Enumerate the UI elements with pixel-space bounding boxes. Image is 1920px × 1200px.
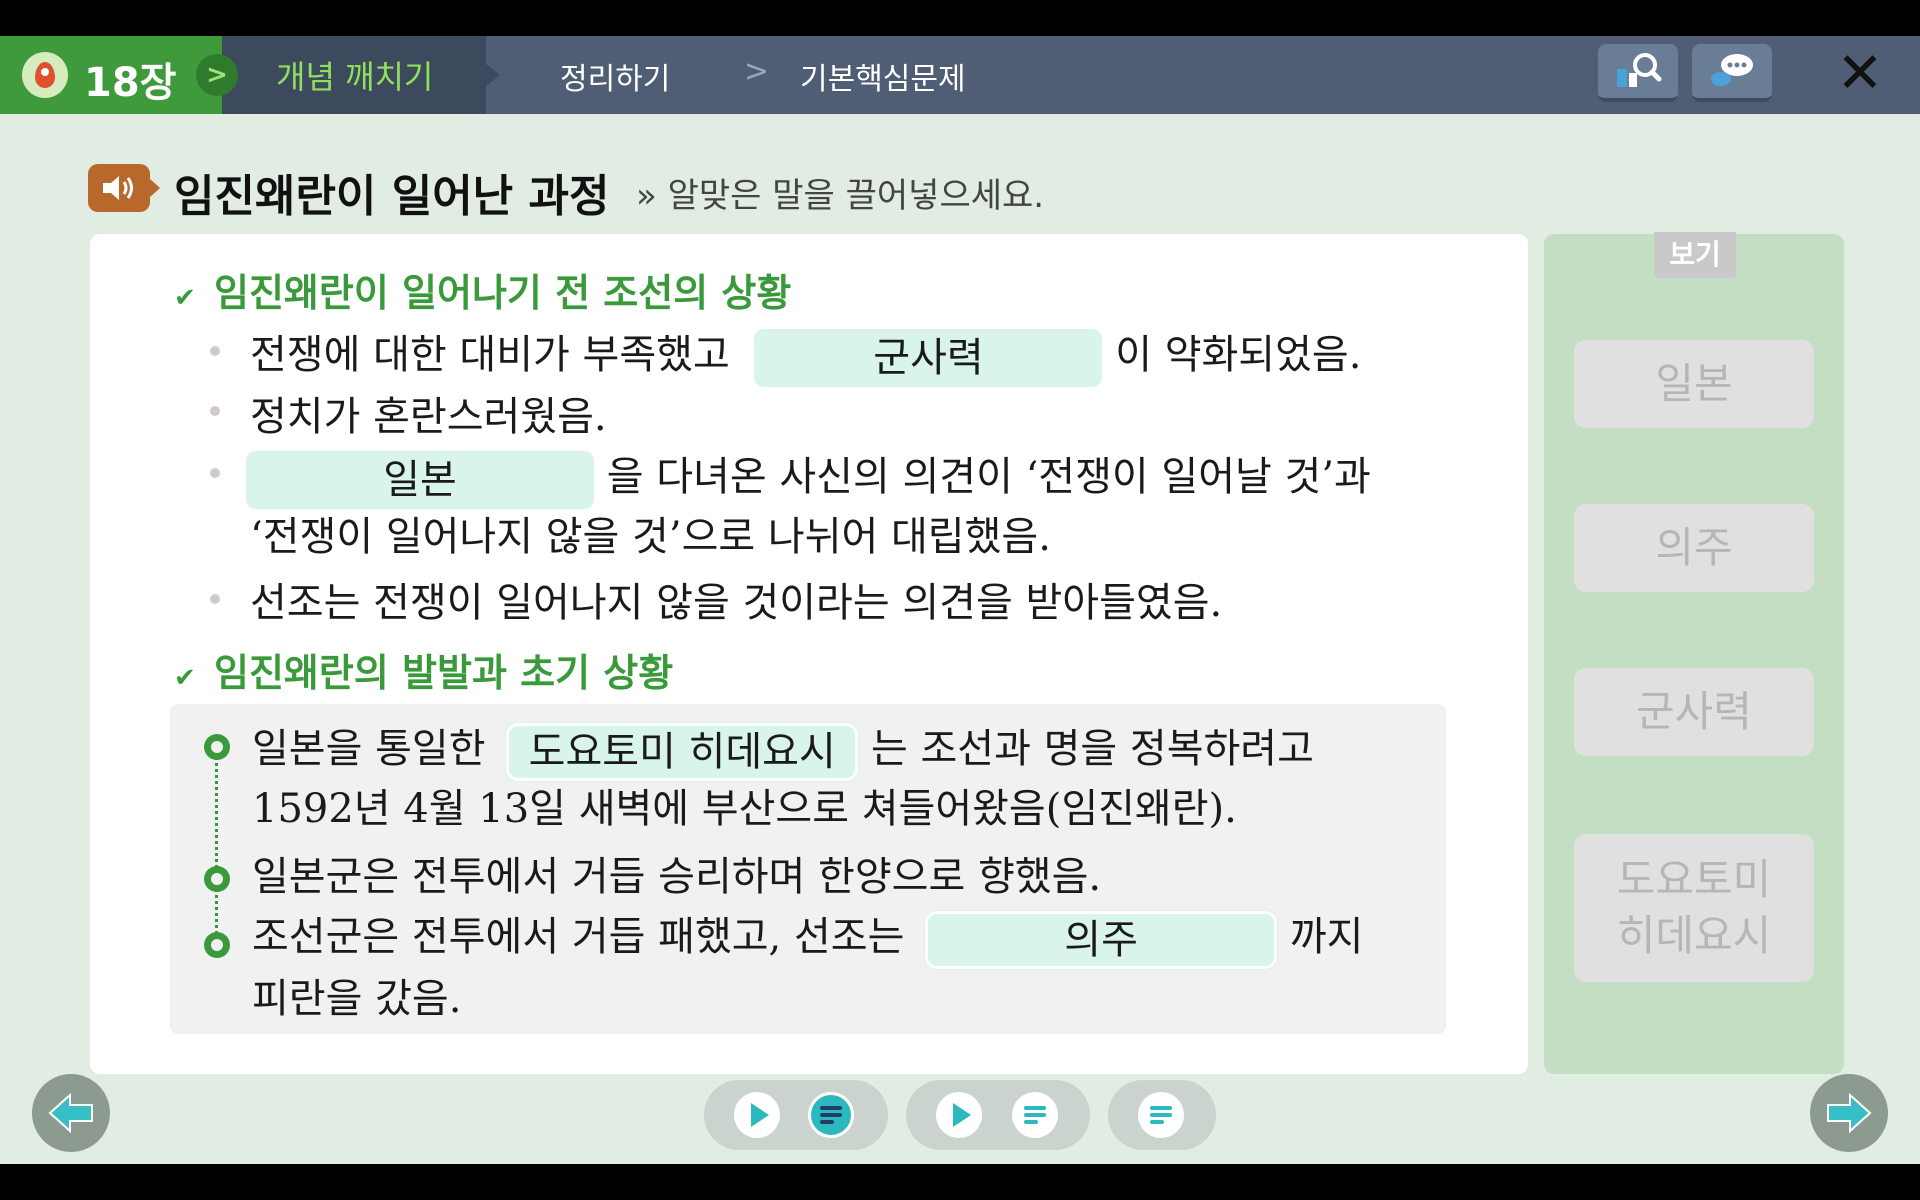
text-button[interactable] xyxy=(1138,1092,1184,1138)
section2-item3: 조선군은 전투에서 거듭 패했고, 선조는 의주 까지 xyxy=(252,904,1363,969)
item1-before: 일본을 통일한 xyxy=(252,726,486,772)
play-button[interactable] xyxy=(936,1092,982,1138)
drop-blank-2[interactable]: 일본 xyxy=(246,451,594,509)
page-title: 임진왜란이 일어난 과정 xyxy=(174,171,610,222)
text-lines-icon xyxy=(820,1106,842,1124)
answer-card-hideyoshi[interactable]: 도요토미 히데요시 xyxy=(1574,834,1814,982)
answer-card-japan[interactable]: 일본 xyxy=(1574,340,1814,428)
bullet xyxy=(210,406,220,416)
answer-bank-label: 보기 xyxy=(1654,232,1736,278)
tab-separator: > xyxy=(744,54,770,89)
main-content: 임진왜란이 일어난 과정 » 알맞은 말을 끌어넣으세요. ✔ 임진왜란이 일어나… xyxy=(0,114,1920,1164)
section2-item1-cont: 1592년 4월 13일 새벽에 부산으로 쳐들어왔음(임진왜란). xyxy=(252,786,1237,832)
next-page-button[interactable] xyxy=(1810,1074,1888,1152)
section2-item3-cont: 피란을 갔음. xyxy=(252,976,462,1022)
arrow-left-icon xyxy=(48,1092,93,1134)
chapter-label: 18장 xyxy=(84,60,177,106)
bullet xyxy=(210,346,220,356)
play-icon xyxy=(751,1103,769,1127)
text-lines-icon xyxy=(1150,1106,1172,1124)
chapter-badge: 18장 xyxy=(0,36,222,114)
tab-core-questions[interactable]: 기본핵심문제 xyxy=(800,54,966,98)
check-icon: ✔ xyxy=(174,283,196,313)
chevron-right-icon[interactable]: > xyxy=(196,54,238,96)
text-button[interactable] xyxy=(808,1092,854,1138)
item3-before: 조선군은 전투에서 거듭 패했고, 선조는 xyxy=(252,914,905,960)
search-icon xyxy=(1617,53,1662,87)
item3-after: 까지 xyxy=(1289,914,1364,960)
timeline-line xyxy=(215,750,218,946)
section1-line4: 선조는 전쟁이 일어나지 않을 것이라는 의견을 받아들였음. xyxy=(250,580,1223,626)
drop-blank-4[interactable]: 의주 xyxy=(925,911,1278,969)
content-panel: ✔ 임진왜란이 일어나기 전 조선의 상황 전쟁에 대한 대비가 부족했고 군사력… xyxy=(90,234,1528,1074)
tab-summary[interactable]: 정리하기 xyxy=(560,54,670,98)
answer-card-uiju[interactable]: 의주 xyxy=(1574,504,1814,592)
bullet xyxy=(210,468,220,478)
section1-heading-text: 임진왜란이 일어나기 전 조선의 상황 xyxy=(214,271,792,315)
play-icon xyxy=(953,1103,971,1127)
prev-page-button[interactable] xyxy=(32,1074,110,1152)
section1-line1: 전쟁에 대한 대비가 부족했고 군사력 이 약화되었음. xyxy=(250,322,1361,387)
chat-icon xyxy=(1711,54,1753,86)
search-button[interactable] xyxy=(1598,44,1678,102)
item1-after: 는 조선과 명을 정복하려고 xyxy=(870,726,1314,772)
arrow-right-icon xyxy=(1827,1092,1872,1134)
section1-line2: 정치가 혼란스러웠음. xyxy=(250,394,607,440)
drop-blank-3[interactable]: 도요토미 히데요시 xyxy=(506,723,859,781)
text-button[interactable] xyxy=(1012,1092,1058,1138)
answer-bank-panel: 보기 일본 의주 군사력 도요토미 히데요시 xyxy=(1544,232,1844,1074)
app-frame: 18장 > 개념 깨치기 정리하기 > 기본핵심문제 ✕ 임진왜란이 일어난 과… xyxy=(0,0,1920,1200)
play-button[interactable] xyxy=(734,1092,780,1138)
line1-after: 이 약화되었음. xyxy=(1115,332,1362,378)
section1-heading: ✔ 임진왜란이 일어나기 전 조선의 상황 xyxy=(174,262,791,317)
section2-heading: ✔ 임진왜란의 발발과 초기 상황 xyxy=(174,642,673,697)
timeline-box: 일본을 통일한 도요토미 히데요시 는 조선과 명을 정복하려고 1592년 4… xyxy=(170,704,1446,1034)
drop-blank-1[interactable]: 군사력 xyxy=(754,329,1103,387)
section1-line3: 일본 을 다녀온 사신의 의견이 ‘전쟁이 일어날 것’과 xyxy=(246,444,1371,509)
line3-after: 을 다녀온 사신의 의견이 ‘전쟁이 일어날 것’과 xyxy=(606,454,1371,500)
tab-concept[interactable]: 개념 깨치기 xyxy=(222,36,500,114)
chat-button[interactable] xyxy=(1692,44,1772,102)
section2-item1: 일본을 통일한 도요토미 히데요시 는 조선과 명을 정복하려고 xyxy=(252,716,1314,781)
close-icon[interactable]: ✕ xyxy=(1832,46,1888,102)
control-group-1 xyxy=(704,1080,888,1150)
check-icon: ✔ xyxy=(174,663,196,693)
top-nav-bar: 18장 > 개념 깨치기 정리하기 > 기본핵심문제 ✕ xyxy=(0,36,1920,114)
speaker-icon[interactable] xyxy=(88,164,160,212)
control-group-2 xyxy=(906,1080,1090,1150)
timeline-dot xyxy=(204,932,230,958)
line1-before: 전쟁에 대한 대비가 부족했고 xyxy=(250,332,730,378)
instruction-text: » 알맞은 말을 끌어넣으세요. xyxy=(636,176,1045,216)
map-pin-icon xyxy=(22,52,68,98)
section2-item2: 일본군은 전투에서 거듭 승리하며 한양으로 향했음. xyxy=(252,854,1102,900)
control-group-3 xyxy=(1108,1080,1216,1150)
bullet xyxy=(210,594,220,604)
timeline-dot xyxy=(204,866,230,892)
section1-line3-cont: ‘전쟁이 일어나지 않을 것’으로 나뉘어 대립했음. xyxy=(250,514,1051,560)
timeline-dot xyxy=(204,734,230,760)
section2-heading-text: 임진왜란의 발발과 초기 상황 xyxy=(214,651,674,695)
text-lines-icon xyxy=(1024,1106,1046,1124)
answer-card-military[interactable]: 군사력 xyxy=(1574,668,1814,756)
